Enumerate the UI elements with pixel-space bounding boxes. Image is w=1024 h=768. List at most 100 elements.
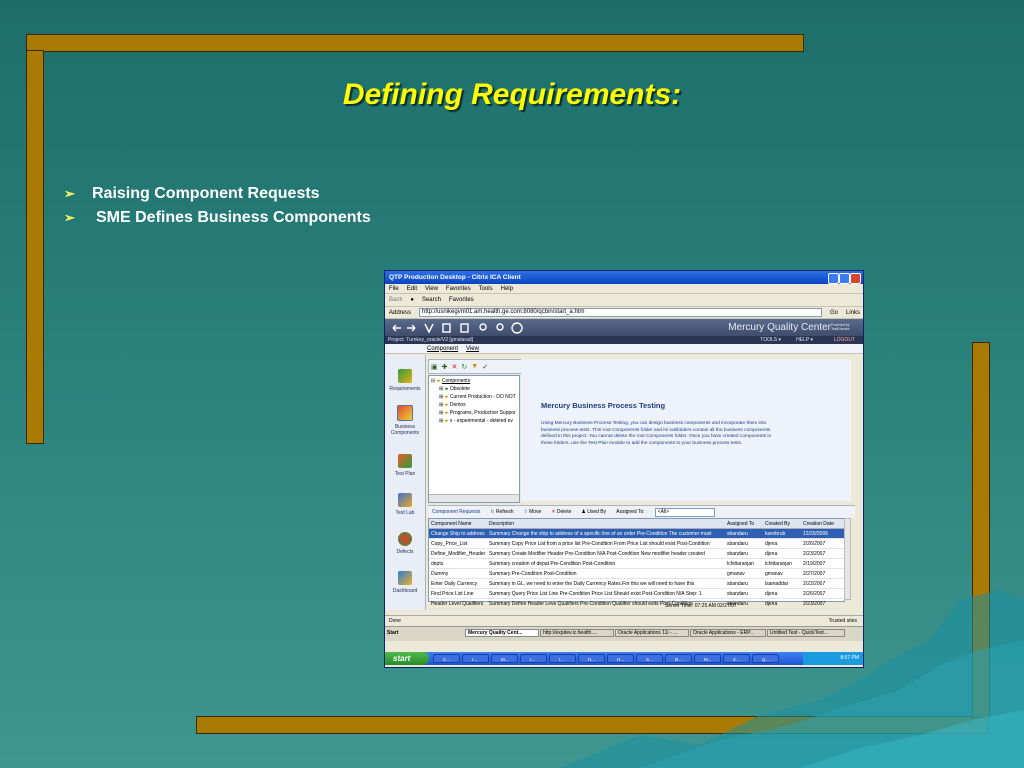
table-cell: Summary in GL, we need to enter the Dail…	[489, 580, 695, 587]
go-button[interactable]: Go	[830, 310, 838, 316]
menu-favorites[interactable]: Favorites	[446, 286, 471, 292]
tree-node[interactable]: ⊞ ▰ x - experimental - deleted ev	[431, 417, 517, 425]
menu-bar: File Edit View Favorites Tools Help	[385, 284, 863, 294]
browser-toolbar: Back ● Search Favorites	[385, 294, 863, 307]
tree-node[interactable]: ⊞ ▰ Obsolete	[431, 385, 517, 393]
inner-task[interactable]: http://expdev.ic.health....	[540, 629, 614, 637]
table-row[interactable]: Dummy Summary Pre-Condition Post-Conditio…	[429, 569, 844, 579]
add-component-icon[interactable]: ✚	[442, 363, 448, 371]
col-assigned-to[interactable]: Assigned To	[725, 521, 763, 527]
close-icon[interactable]	[850, 273, 861, 284]
taskbar-button[interactable]: I...	[520, 654, 547, 663]
col-description[interactable]: Description	[487, 521, 725, 527]
mqc-brand: Mercury Quality Center	[728, 322, 831, 333]
table-cell: 12/20/2006	[803, 530, 829, 537]
taskbar-button[interactable]: I...	[462, 654, 489, 663]
status-bar: Done Trusted sites	[385, 615, 863, 626]
assigned-to-select[interactable]: <All>	[654, 507, 715, 517]
col-component-name[interactable]: Component Name	[429, 521, 487, 527]
check-icon[interactable]: ✓	[482, 363, 488, 371]
refresh-icon: ↻	[490, 509, 495, 515]
tree-node[interactable]: ⊞ ▰ Demos	[431, 401, 517, 409]
address-label: Address	[389, 309, 412, 316]
table-cell: Summary Pre-Condition Post-Condition	[489, 570, 577, 577]
menu-edit[interactable]: Edit	[407, 286, 417, 292]
menu-view[interactable]: View	[425, 286, 438, 292]
delete-button[interactable]: ✕ Delete	[551, 509, 571, 515]
help-menu[interactable]: HELP ▾	[796, 337, 813, 343]
refresh-icon[interactable]: ↻	[461, 363, 467, 371]
component-menu[interactable]: Component	[427, 346, 458, 352]
sidebar-item-test-lab[interactable]: Test Lab	[385, 493, 425, 516]
col-creation-date[interactable]: Creation Date	[801, 521, 844, 527]
table-row[interactable]: depts Summary creation of depat Pre-Condi…	[429, 559, 844, 569]
view-menu[interactable]: View	[466, 346, 479, 352]
menu-help[interactable]: Help	[501, 286, 513, 292]
used-by-button[interactable]: ♟ Used By	[581, 509, 606, 515]
table-row[interactable]: Define_Modifier_Header Summary Create Mod…	[429, 549, 844, 559]
taskbar-button[interactable]: H...	[578, 654, 605, 663]
start-button[interactable]: start	[385, 652, 429, 665]
address-input[interactable]: http://usnikegvm01.am.health.ge.com:8080…	[419, 308, 822, 317]
taskbar-button[interactable]: C...	[433, 654, 460, 663]
col-created-by[interactable]: Created By	[763, 521, 801, 527]
taskbar-button[interactable]: I...	[549, 654, 576, 663]
taskbar-button[interactable]: Q...	[752, 654, 779, 663]
sidebar-item-dashboard[interactable]: Dashboard	[385, 571, 425, 594]
refresh-button[interactable]: ↻ Refresh	[490, 509, 513, 515]
window-titlebar[interactable]: QTP Production Desktop - Citrix ICA Clie…	[385, 271, 863, 284]
inner-start-button[interactable]: Start	[387, 630, 398, 636]
menu-tools[interactable]: Tools	[479, 286, 493, 292]
taskbar-button[interactable]: M...	[694, 654, 721, 663]
filter-icon[interactable]: ▼	[471, 363, 478, 370]
assigned-to-label: Assigned To:	[616, 509, 645, 515]
move-button[interactable]: ⇧ Move	[523, 509, 541, 515]
taskbar-button[interactable]: 3...	[723, 654, 750, 663]
table-row[interactable]: Find Price List Line Summary Query Price …	[429, 589, 844, 599]
tree-node[interactable]: ⊞ ▰ Current Production - DO NOT	[431, 393, 517, 401]
taskbar-button[interactable]: S...	[636, 654, 663, 663]
table-row[interactable]: Copy_Price_List Summary Copy Price List f…	[429, 539, 844, 549]
table-cell: djena	[765, 540, 778, 547]
info-panel: Mercury Business Process Testing Using M…	[521, 359, 851, 501]
slide-title: Defining Requirements:	[342, 78, 682, 111]
test-plan-icon	[398, 454, 412, 468]
inner-task[interactable]: Mercury Quality Cent...	[465, 629, 539, 637]
logout-button[interactable]: LOGOUT	[834, 337, 855, 343]
forward-icon[interactable]: ●	[410, 297, 414, 303]
bullet-list: ➢ Raising Component Requests ➢ SME Defin…	[64, 182, 371, 230]
search-button[interactable]: Search	[422, 297, 441, 303]
sidebar-item-requirements[interactable]: Requirements	[385, 369, 425, 392]
taskbar-button[interactable]: H...	[607, 654, 634, 663]
grid-vscrollbar[interactable]	[844, 518, 851, 600]
table-row[interactable]: Enter Daily Currency Summary in GL, we ne…	[429, 579, 844, 589]
component-tree: ⊟ ▰ Components ⊞ ▰ Obsolete ⊞ ▰ Current …	[428, 375, 520, 503]
tools-menu[interactable]: TOOLS ▾	[760, 337, 781, 343]
back-button[interactable]: Back	[389, 297, 402, 303]
inner-task[interactable]: Oracle Applications - ERP...	[690, 629, 766, 637]
favorites-button[interactable]: Favorites	[449, 297, 474, 303]
menu-file[interactable]: File	[389, 286, 399, 292]
sidebar-item-business-components[interactable]: Business Components	[385, 405, 425, 436]
table-row[interactable]: Header Level Qualifiers Summary Define He…	[429, 599, 844, 609]
delete-icon[interactable]: ✕	[452, 363, 458, 371]
dashboard-icon	[398, 571, 412, 585]
minimize-icon[interactable]	[828, 273, 839, 284]
table-row[interactable]: Change Ship to address Summary Change the…	[429, 529, 844, 539]
new-folder-icon[interactable]: ▣	[431, 363, 438, 371]
bullet-text: Raising Component Requests	[92, 185, 320, 202]
table-cell: Change Ship to address	[431, 530, 485, 537]
taskbar-button[interactable]: B...	[665, 654, 692, 663]
tree-root[interactable]: ⊟ ▰ Components	[431, 377, 517, 385]
maximize-icon[interactable]	[839, 273, 850, 284]
table-cell: djena	[765, 550, 778, 557]
sidebar-item-defects[interactable]: Defects	[385, 532, 425, 555]
tree-hscrollbar[interactable]	[429, 494, 519, 502]
sidebar-item-test-plan[interactable]: Test Plan	[385, 454, 425, 477]
inner-task[interactable]: Untitled Test - QuickTest...	[767, 629, 845, 637]
links-label[interactable]: Links	[846, 310, 860, 316]
taskbar-button[interactable]: M...	[491, 654, 518, 663]
table-cell: Header Level Qualifiers	[431, 600, 484, 607]
inner-task[interactable]: Oracle Applications 11i - ...	[615, 629, 689, 637]
tree-node[interactable]: ⊞ ▰ Programs, Production Suppor	[431, 409, 517, 417]
